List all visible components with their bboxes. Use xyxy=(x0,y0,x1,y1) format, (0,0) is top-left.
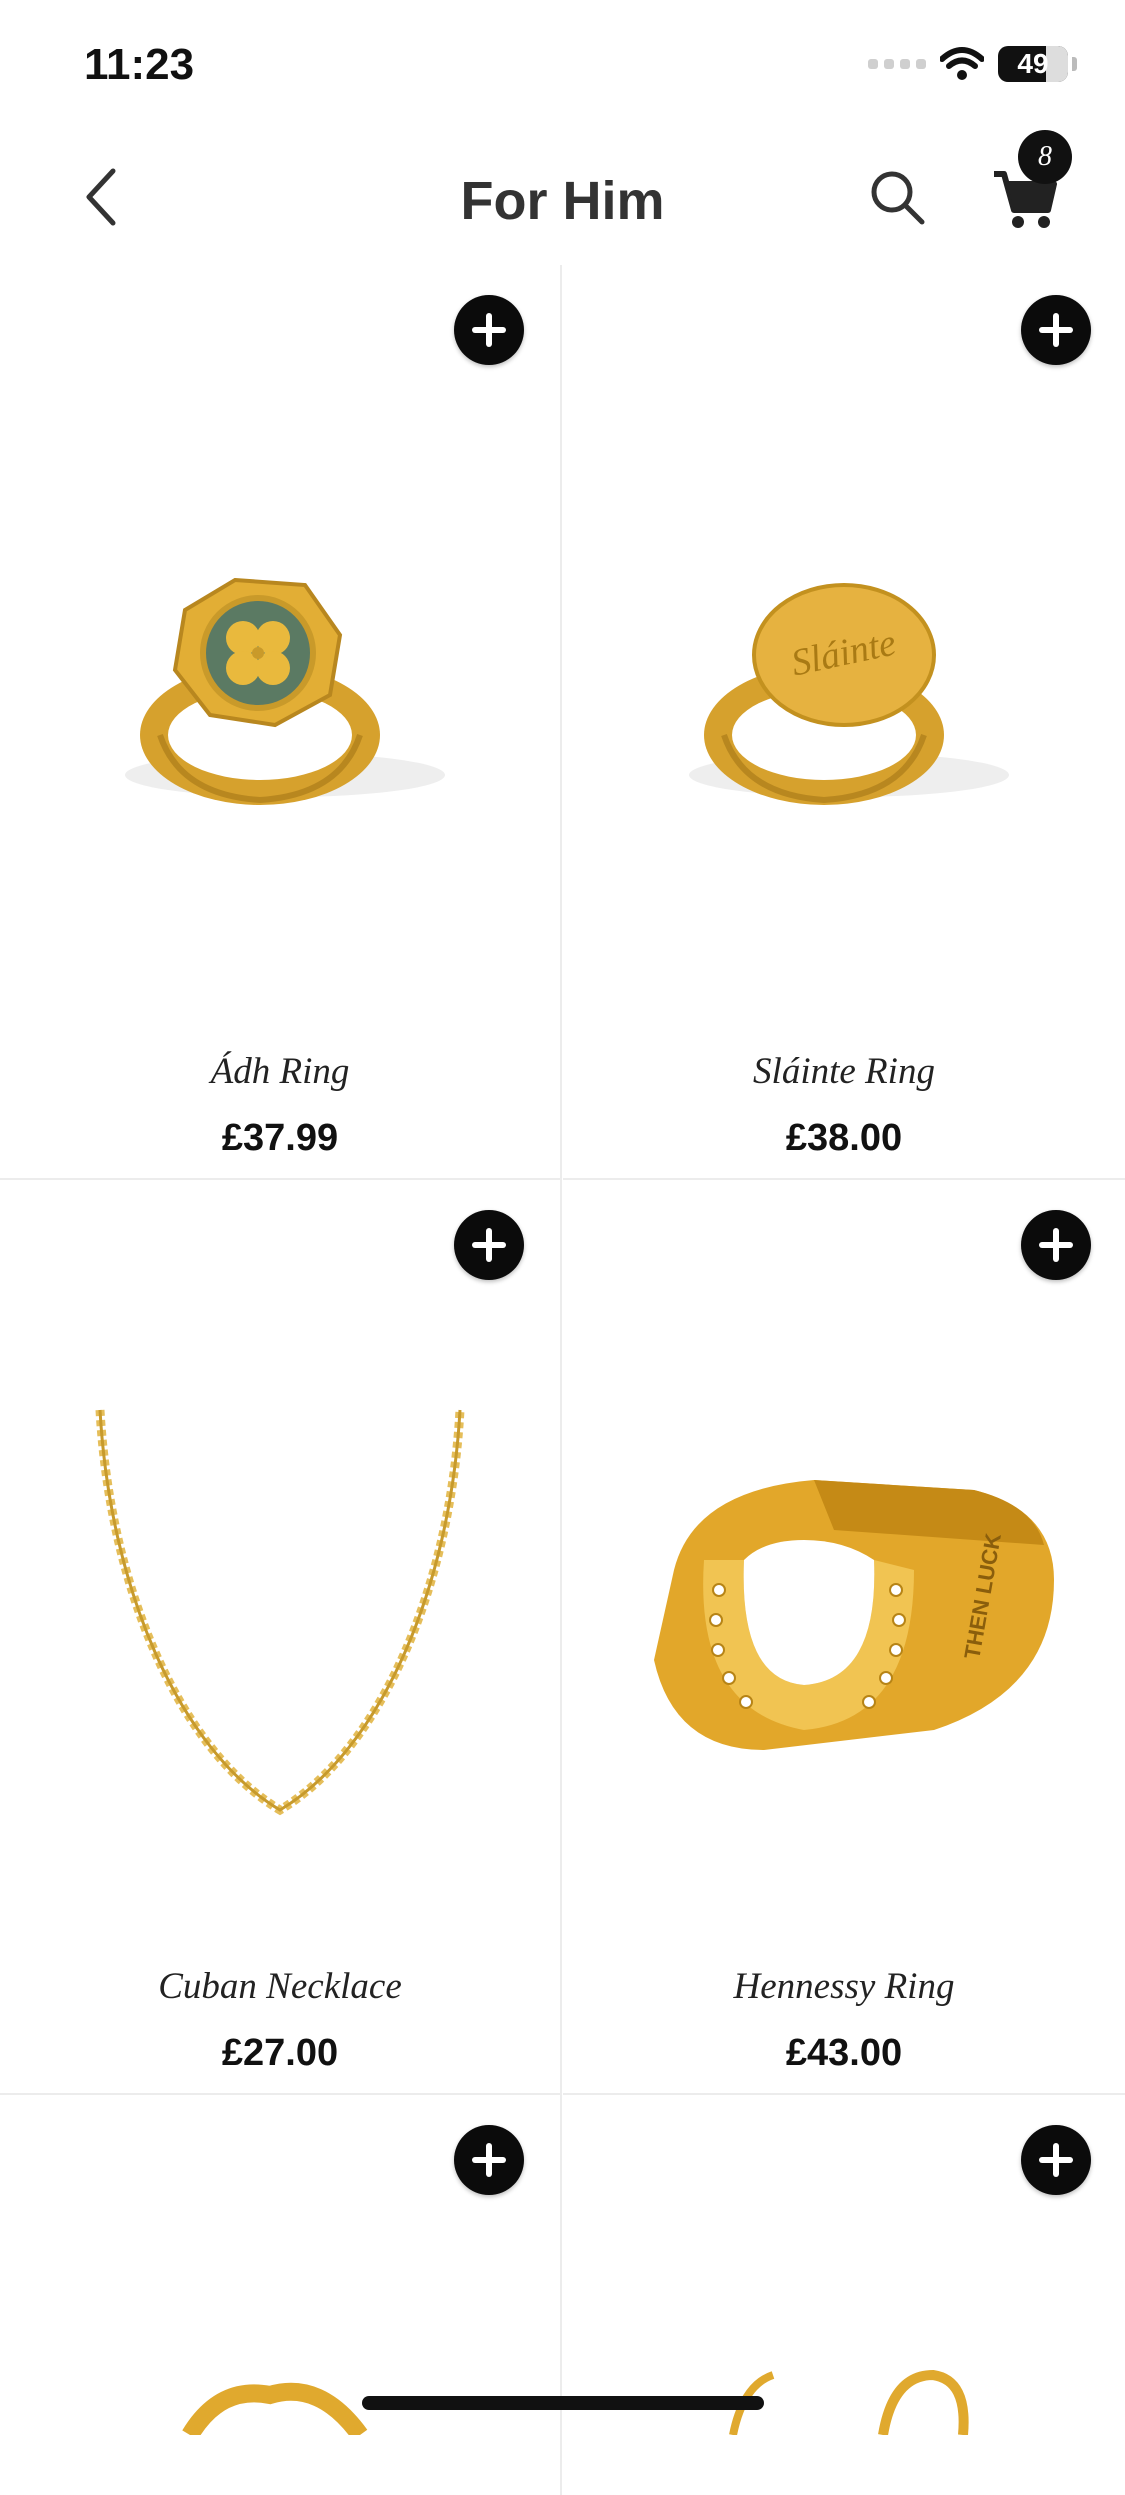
cuban-necklace-image xyxy=(95,1409,465,1816)
search-button[interactable] xyxy=(866,166,930,230)
add-to-cart-button[interactable] xyxy=(1021,295,1091,365)
product-price: £43.00 xyxy=(785,2032,903,2074)
product-price: £27.00 xyxy=(221,2032,339,2074)
add-to-cart-button[interactable] xyxy=(454,1210,524,1280)
product-image xyxy=(0,1290,560,1950)
product-image: THEN LUCK xyxy=(563,1290,1125,1950)
battery-level: 49 xyxy=(1017,48,1049,79)
plus-icon xyxy=(472,313,506,347)
product-image: Sláinte xyxy=(563,375,1125,1035)
plus-icon xyxy=(472,1228,506,1262)
status-time: 11:23 xyxy=(84,40,195,89)
nav-bar: For Him xyxy=(0,130,1125,270)
search-icon xyxy=(871,171,925,225)
product-card[interactable]: Sláinte Sláinte Ring £38.00 xyxy=(563,265,1125,1180)
add-to-cart-button[interactable] xyxy=(1021,2125,1091,2195)
page-title: For Him xyxy=(460,171,665,231)
status-icons: 49 xyxy=(868,46,1077,82)
battery-icon: 49 xyxy=(998,46,1068,82)
product-card[interactable] xyxy=(0,2095,562,2495)
product-name: Hennessy Ring xyxy=(733,1966,955,2007)
product-image-partial xyxy=(182,2382,368,2435)
add-to-cart-button[interactable] xyxy=(1021,1210,1091,1280)
signet-ring-clover-image xyxy=(125,577,445,805)
product-card[interactable]: THEN LUCK Hennessy Ring £43.00 xyxy=(563,1180,1125,2095)
horseshoe-ring-image: THEN LUCK xyxy=(654,1480,1054,1750)
plus-icon xyxy=(1039,313,1073,347)
product-name: Cuban Necklace xyxy=(158,1966,402,2007)
cart-count-badge: 8 xyxy=(1018,130,1072,184)
signal-icon xyxy=(868,59,926,69)
product-card[interactable] xyxy=(563,2095,1125,2495)
signet-ring-engraved-image: Sláinte xyxy=(689,583,1009,805)
product-card[interactable]: Ádh Ring £37.99 xyxy=(0,265,562,1180)
add-to-cart-button[interactable] xyxy=(454,2125,524,2195)
plus-icon xyxy=(1039,1228,1073,1262)
plus-icon xyxy=(1039,2143,1073,2177)
product-image xyxy=(0,375,560,1035)
add-to-cart-button[interactable] xyxy=(454,295,524,365)
product-price: £37.99 xyxy=(221,1117,339,1159)
product-name: Ádh Ring xyxy=(210,1051,350,1092)
product-price: £38.00 xyxy=(785,1117,903,1159)
plus-icon xyxy=(472,2143,506,2177)
product-card[interactable]: Cuban Necklace £27.00 xyxy=(0,1180,562,2095)
status-bar: 11:23 49 xyxy=(0,0,1125,120)
wifi-icon xyxy=(940,47,984,80)
product-name: Sláinte Ring xyxy=(753,1051,935,1092)
home-indicator[interactable] xyxy=(362,2396,764,2410)
